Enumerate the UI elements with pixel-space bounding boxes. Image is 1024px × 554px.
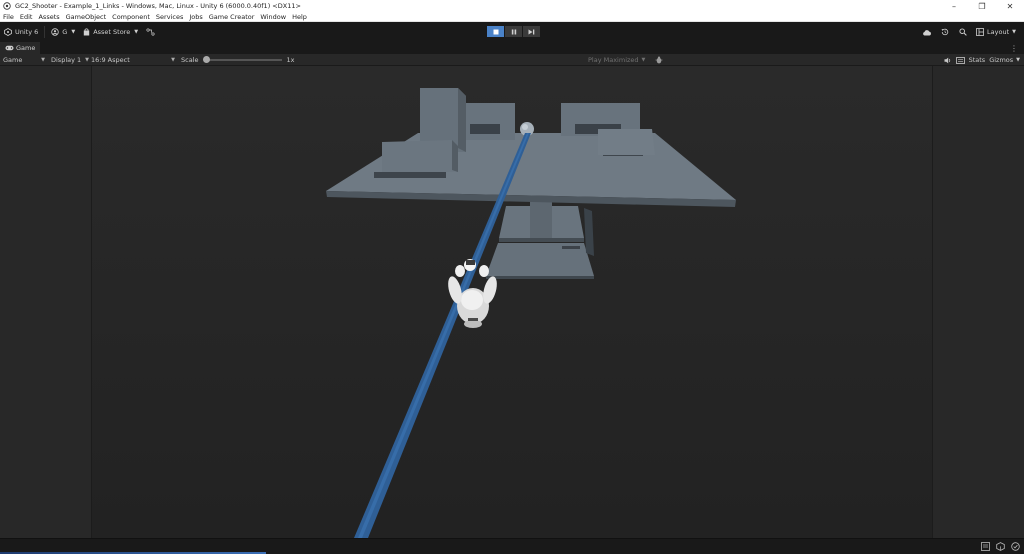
chevron-down-icon: ▼ [71,29,76,35]
bug-icon[interactable] [655,56,663,64]
gpu-stats-button[interactable] [955,56,965,64]
display-dropdown[interactable]: Display 1 ▼ [48,54,89,65]
step-icon [528,29,535,35]
gizmos-dropdown[interactable]: Gizmos ▼ [989,56,1020,64]
game-mode-dropdown[interactable]: Game ▼ [0,54,48,65]
shopping-bag-icon [83,28,90,36]
menu-assets[interactable]: Assets [38,13,59,21]
console-icon[interactable] [980,541,990,551]
cloud-icon [922,29,932,36]
game-scene[interactable] [92,66,932,538]
support-pillar [530,198,552,238]
menu-file[interactable]: File [3,13,14,21]
menu-bar: File Edit Assets GameObject Component Se… [0,12,1024,22]
menu-game-creator[interactable]: Game Creator [209,13,255,21]
check-circle-icon[interactable] [1010,541,1020,551]
game-mode-label: Game [3,55,23,64]
scale-value: 1x [286,55,295,64]
tab-game[interactable]: Game [0,42,41,54]
menu-jobs[interactable]: Jobs [189,13,202,21]
menu-help[interactable]: Help [292,13,307,21]
history-icon [941,28,949,36]
play-button[interactable] [487,26,504,37]
unity-logo-icon [4,28,12,36]
status-bar [0,538,1024,554]
play-maximized-dropdown[interactable]: Play Maximized ▼ [588,56,645,64]
stop-icon [493,29,499,35]
search-button[interactable] [954,25,972,39]
play-maximized-label: Play Maximized [588,56,639,64]
gamepad-icon [5,45,14,51]
viewport-letterbox-left [0,66,92,538]
chevron-down-icon: ▼ [134,29,139,35]
account-dropdown[interactable]: G ▼ [47,25,79,39]
account-icon [51,28,59,36]
toolbar-divider [44,26,46,38]
display-label: Display 1 [51,55,82,64]
menu-component[interactable]: Component [112,13,150,21]
tab-game-label: Game [16,44,36,52]
chevron-down-icon: ▼ [641,57,646,63]
undo-history-button[interactable] [936,25,954,39]
unity-version-button[interactable]: Unity 6 [0,25,42,39]
game-view-toolbar-right: Stats Gizmos ▼ [944,54,1024,66]
menu-gameobject[interactable]: GameObject [66,13,107,21]
layout-dropdown[interactable]: Layout ▼ [972,26,1020,38]
aspect-label: 16:9 Aspect [91,55,130,64]
tab-menu-icon[interactable]: ⋮ [1010,42,1018,54]
version-control-button[interactable] [142,25,159,39]
maximize-button[interactable]: ❐ [968,0,996,12]
game-view-toolbar: Game ▼ Display 1 ▼ 16:9 Aspect ▼ Scale 1… [0,54,1024,66]
window-title: GC2_Shooter - Example_1_Links - Windows,… [15,2,301,10]
unity-app-icon [3,2,11,10]
cloud-button[interactable] [918,25,936,39]
chevron-down-icon: ▼ [1012,29,1016,35]
viewport-letterbox-right [932,66,1024,538]
monitor-icon [955,56,965,64]
search-icon [959,28,967,36]
scale-label: Scale [181,55,199,64]
step-button[interactable] [523,26,540,37]
minimize-button[interactable]: – [940,0,968,12]
menu-services[interactable]: Services [156,13,183,21]
asset-store-label: Asset Store [93,28,131,36]
scale-slider-handle[interactable] [202,55,210,63]
version-control-icon [146,28,155,36]
menu-edit[interactable]: Edit [20,13,33,21]
scale-control: Scale 1x [181,54,294,65]
pause-icon [511,29,517,35]
mute-audio-button[interactable] [944,57,952,64]
package-icon[interactable] [995,541,1005,551]
layout-icon [976,28,984,36]
play-controls [487,26,540,37]
chevron-down-icon: ▼ [171,56,175,63]
status-icons [980,541,1020,551]
gizmos-label: Gizmos [989,56,1014,64]
unity-version-label: Unity 6 [15,28,39,36]
chevron-down-icon: ▼ [41,56,45,63]
asset-store-dropdown[interactable]: Asset Store ▼ [79,25,142,39]
account-label: G [62,28,68,36]
window-tab-bar: Game ⋮ [0,42,1024,54]
close-button[interactable]: ✕ [996,0,1024,12]
layout-label: Layout [987,28,1010,36]
stats-button[interactable]: Stats [969,56,986,64]
scale-slider[interactable] [202,55,282,63]
title-bar: GC2_Shooter - Example_1_Links - Windows,… [0,0,1024,12]
pause-button[interactable] [505,26,522,37]
toolbar-right: Layout ▼ [918,22,1024,42]
play-maximized-group: Play Maximized ▼ [588,54,663,66]
chevron-down-icon: ▼ [1016,57,1020,63]
menu-window[interactable]: Window [260,13,286,21]
window-controls: – ❐ ✕ [940,0,1024,12]
speaker-icon [944,57,952,64]
aspect-dropdown[interactable]: 16:9 Aspect ▼ [88,54,178,65]
